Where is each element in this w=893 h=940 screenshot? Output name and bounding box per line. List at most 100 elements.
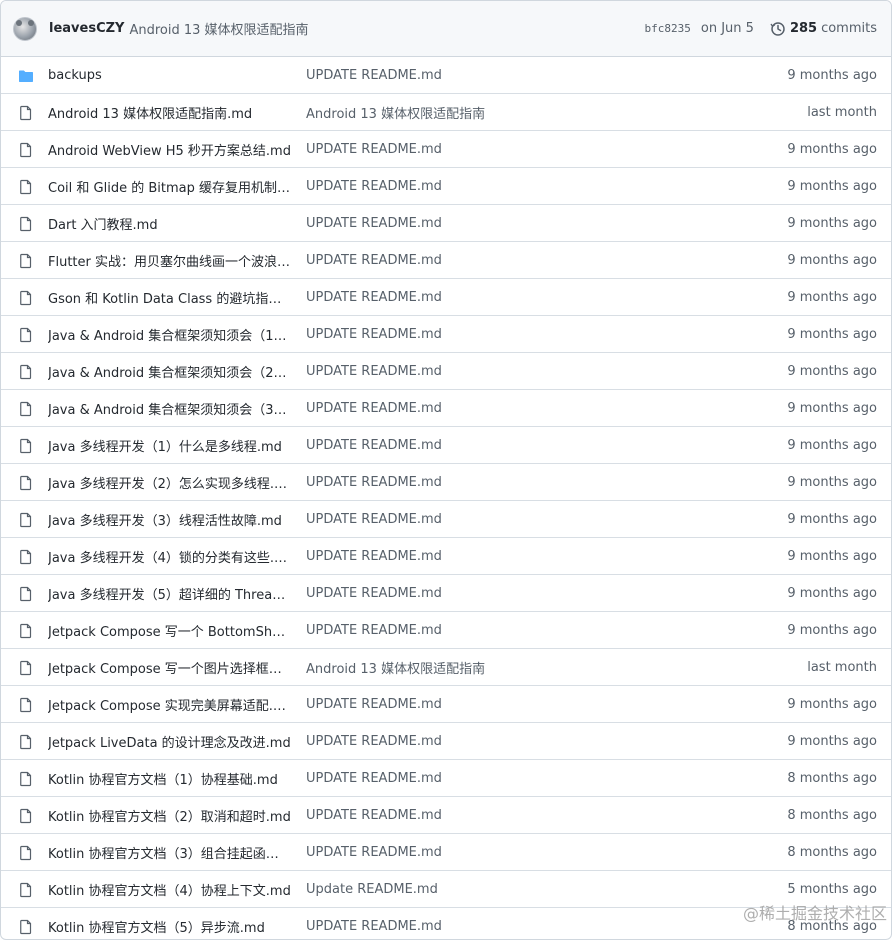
file-name-link[interactable]: Android WebView H5 秒开方案总结.md: [48, 140, 291, 159]
file-commit-message-link[interactable]: UPDATE README.md: [306, 364, 636, 379]
file-commit-age: 9 months ago: [787, 733, 877, 749]
file-commit-message-link[interactable]: UPDATE README.md: [306, 512, 636, 527]
file-row[interactable]: backups UPDATE README.md 9 months ago: [1, 57, 891, 94]
file-commit-message-link[interactable]: UPDATE README.md: [306, 290, 636, 305]
file-icon: [18, 586, 34, 602]
file-icon: [18, 697, 34, 713]
file-commit-age: 9 months ago: [787, 141, 877, 157]
file-name-link[interactable]: Java 多线程开发（1）什么是多线程.md: [48, 436, 291, 455]
file-name-link[interactable]: Jetpack LiveData 的设计理念及改进.md: [48, 732, 291, 751]
file-commit-message-link[interactable]: Android 13 媒体权限适配指南: [306, 658, 636, 677]
commit-author-link[interactable]: leavesCZY: [49, 21, 124, 36]
file-commit-message-link[interactable]: UPDATE README.md: [306, 734, 636, 749]
file-icon: [18, 364, 34, 380]
file-row[interactable]: Java 多线程开发（5）超详细的 ThreadLocal.md UPDATE R…: [1, 575, 891, 612]
file-icon: [18, 660, 34, 676]
file-row[interactable]: Flutter 实战：用贝塞尔曲线画一个波浪.md UPDATE README.m…: [1, 242, 891, 279]
file-name-link[interactable]: Java & Android 集合框架须知须会（2）.md: [48, 362, 291, 381]
file-name-link[interactable]: Flutter 实战：用贝塞尔曲线画一个波浪.md: [48, 251, 291, 270]
file-name-link[interactable]: Kotlin 协程官方文档（2）取消和超时.md: [48, 806, 291, 825]
file-row[interactable]: Jetpack LiveData 的设计理念及改进.md UPDATE READM…: [1, 723, 891, 760]
file-row[interactable]: Kotlin 协程官方文档（3）组合挂起函数.md UPDATE README.m…: [1, 834, 891, 871]
file-commit-age: 9 months ago: [787, 326, 877, 342]
file-commit-age: 9 months ago: [787, 67, 877, 83]
file-icon: [18, 290, 34, 306]
file-icon: [18, 808, 34, 824]
file-icon: [18, 549, 34, 565]
file-name-link[interactable]: backups: [48, 68, 291, 83]
history-icon: [770, 21, 785, 36]
file-commit-message-link[interactable]: UPDATE README.md: [306, 623, 636, 638]
file-name-link[interactable]: Jetpack Compose 实现完美屏幕适配.md: [48, 695, 291, 714]
file-row[interactable]: Java & Android 集合框架须知须会（2）.md UPDATE READ…: [1, 353, 891, 390]
file-name-link[interactable]: Gson 和 Kotlin Data Class 的避坑指南.md: [48, 288, 291, 307]
file-row[interactable]: Android WebView H5 秒开方案总结.md UPDATE READM…: [1, 131, 891, 168]
file-commit-message-link[interactable]: UPDATE README.md: [306, 179, 636, 194]
file-icon: [18, 438, 34, 454]
file-name-link[interactable]: Java & Android 集合框架须知须会（1）.md: [48, 325, 291, 344]
file-row[interactable]: Java 多线程开发（1）什么是多线程.md UPDATE README.md 9 …: [1, 427, 891, 464]
commits-history-link[interactable]: 285 commits: [770, 21, 877, 37]
file-commit-age: 8 months ago: [787, 918, 877, 934]
author-avatar[interactable]: [13, 16, 37, 41]
file-commit-message-link[interactable]: UPDATE README.md: [306, 401, 636, 416]
file-name-link[interactable]: Jetpack Compose 写一个图片选择框架.md: [48, 658, 291, 677]
file-row[interactable]: Java 多线程开发（3）线程活性故障.md UPDATE README.md 9 …: [1, 501, 891, 538]
file-name-link[interactable]: Kotlin 协程官方文档（4）协程上下文.md: [48, 880, 291, 899]
file-commit-message-link[interactable]: UPDATE README.md: [306, 142, 636, 157]
file-name-link[interactable]: Kotlin 协程官方文档（1）协程基础.md: [48, 769, 291, 788]
file-commit-message-link[interactable]: UPDATE README.md: [306, 845, 636, 860]
file-name-link[interactable]: Java 多线程开发（3）线程活性故障.md: [48, 510, 291, 529]
file-icon: [18, 623, 34, 639]
file-name-link[interactable]: Java 多线程开发（5）超详细的 ThreadLocal.md: [48, 584, 291, 603]
file-row[interactable]: Java 多线程开发（2）怎么实现多线程.md UPDATE README.md 9…: [1, 464, 891, 501]
file-row[interactable]: Jetpack Compose 实现完美屏幕适配.md UPDATE README…: [1, 686, 891, 723]
file-name-link[interactable]: Dart 入门教程.md: [48, 214, 291, 233]
file-name-link[interactable]: Java & Android 集合框架须知须会（3）.md: [48, 399, 291, 418]
file-icon: [18, 253, 34, 269]
file-row[interactable]: Kotlin 协程官方文档（2）取消和超时.md UPDATE README.md…: [1, 797, 891, 834]
file-row[interactable]: Gson 和 Kotlin Data Class 的避坑指南.md UPDATE …: [1, 279, 891, 316]
file-commit-message-link[interactable]: UPDATE README.md: [306, 697, 636, 712]
file-commit-message-link[interactable]: UPDATE README.md: [306, 586, 636, 601]
file-row[interactable]: Kotlin 协程官方文档（1）协程基础.md UPDATE README.md 8…: [1, 760, 891, 797]
file-name-link[interactable]: Kotlin 协程官方文档（5）异步流.md: [48, 917, 291, 936]
file-name-link[interactable]: Java 多线程开发（2）怎么实现多线程.md: [48, 473, 291, 492]
file-name-link[interactable]: Java 多线程开发（4）锁的分类有这些.md: [48, 547, 291, 566]
file-row[interactable]: Java 多线程开发（4）锁的分类有这些.md UPDATE README.md 9…: [1, 538, 891, 575]
file-name-link[interactable]: Kotlin 协程官方文档（3）组合挂起函数.md: [48, 843, 291, 862]
file-commit-age: 8 months ago: [787, 807, 877, 823]
file-commit-age: last month: [807, 104, 877, 120]
file-commit-age: 8 months ago: [787, 844, 877, 860]
file-commit-message-link[interactable]: Update README.md: [306, 882, 636, 897]
commit-sha-link[interactable]: bfc8235: [645, 22, 691, 35]
file-icon: [18, 771, 34, 787]
file-commit-message-link[interactable]: UPDATE README.md: [306, 68, 636, 83]
file-row[interactable]: Jetpack Compose 写一个 BottomSheet.md UPDATE…: [1, 612, 891, 649]
file-row[interactable]: Jetpack Compose 写一个图片选择框架.md Android 13 媒…: [1, 649, 891, 686]
file-commit-age: 9 months ago: [787, 437, 877, 453]
file-commit-message-link[interactable]: UPDATE README.md: [306, 549, 636, 564]
file-commit-message-link[interactable]: UPDATE README.md: [306, 771, 636, 786]
file-commit-message-link[interactable]: UPDATE README.md: [306, 216, 636, 231]
file-commit-message-link[interactable]: UPDATE README.md: [306, 808, 636, 823]
file-row[interactable]: Coil 和 Glide 的 Bitmap 缓存复用机制.md UPDATE RE…: [1, 168, 891, 205]
file-commit-message-link[interactable]: UPDATE README.md: [306, 438, 636, 453]
file-row[interactable]: Android 13 媒体权限适配指南.md Android 13 媒体权限适配指…: [1, 94, 891, 131]
file-commit-message-link[interactable]: Android 13 媒体权限适配指南: [306, 103, 636, 122]
file-commit-message-link[interactable]: UPDATE README.md: [306, 253, 636, 268]
file-row[interactable]: Java & Android 集合框架须知须会（1）.md UPDATE READ…: [1, 316, 891, 353]
file-name-link[interactable]: Coil 和 Glide 的 Bitmap 缓存复用机制.md: [48, 177, 291, 196]
file-commit-message-link[interactable]: UPDATE README.md: [306, 919, 636, 934]
file-commit-age: last month: [807, 659, 877, 675]
file-row[interactable]: Kotlin 协程官方文档（4）协程上下文.md Update README.md…: [1, 871, 891, 908]
file-row[interactable]: Kotlin 协程官方文档（5）异步流.md UPDATE README.md 8 …: [1, 908, 891, 939]
latest-commit-message[interactable]: Android 13 媒体权限适配指南: [129, 19, 308, 38]
file-name-link[interactable]: Jetpack Compose 写一个 BottomSheet.md: [48, 621, 291, 640]
file-row[interactable]: Dart 入门教程.md UPDATE README.md 9 months ago: [1, 205, 891, 242]
file-commit-message-link[interactable]: UPDATE README.md: [306, 327, 636, 342]
file-name-link[interactable]: Android 13 媒体权限适配指南.md: [48, 103, 291, 122]
file-commit-message-link[interactable]: UPDATE README.md: [306, 475, 636, 490]
latest-commit-bar: leavesCZY Android 13 媒体权限适配指南 bfc8235 on…: [1, 1, 891, 57]
file-row[interactable]: Java & Android 集合框架须知须会（3）.md UPDATE READ…: [1, 390, 891, 427]
